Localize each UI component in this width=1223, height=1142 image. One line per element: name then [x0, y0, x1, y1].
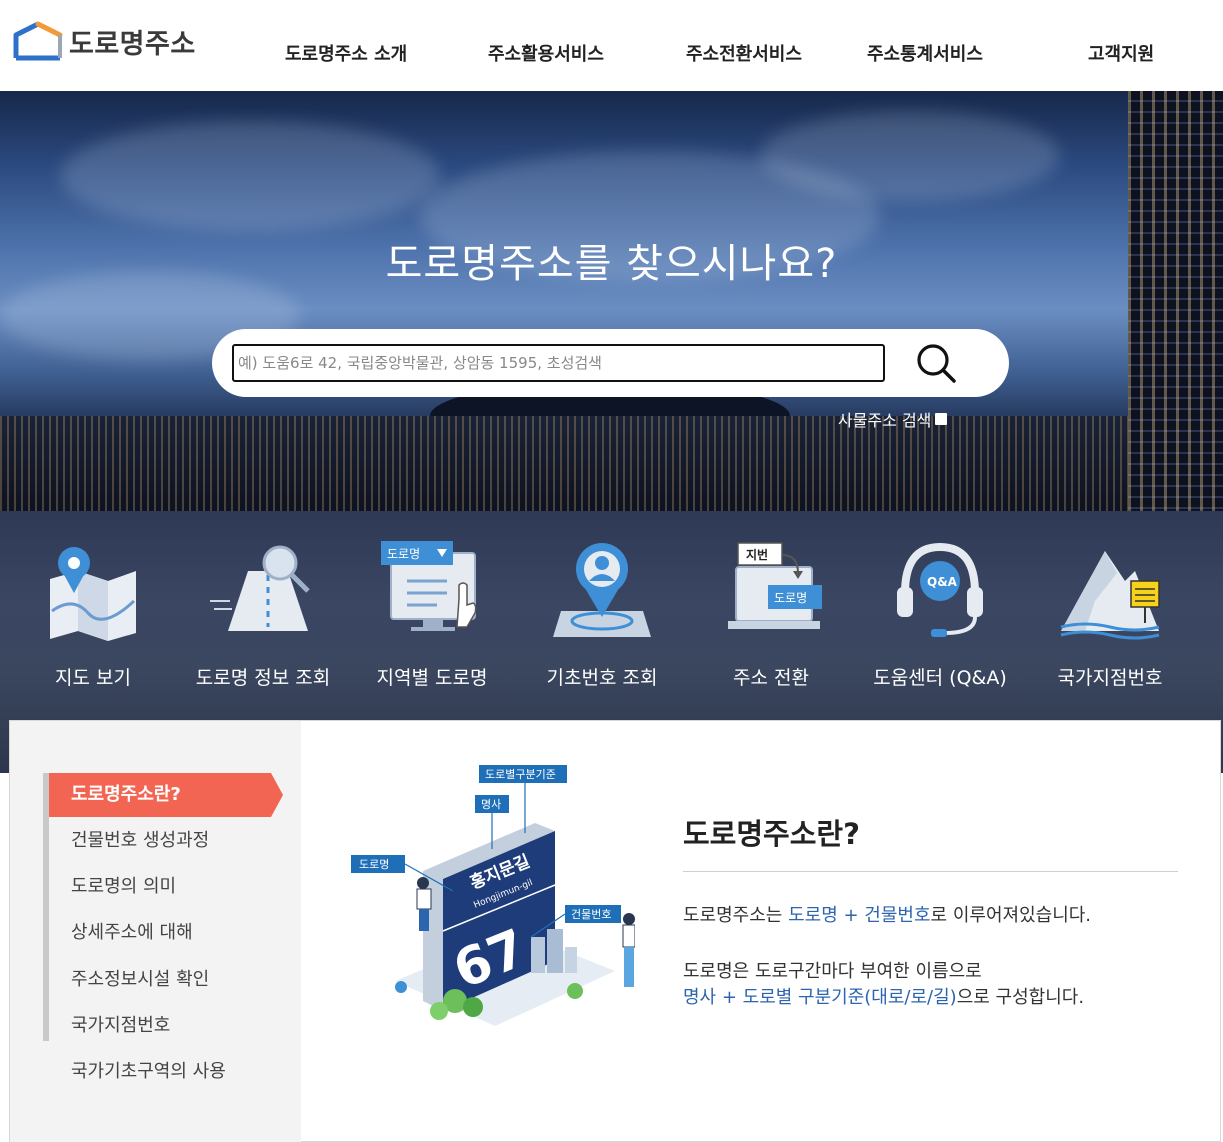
qa-text: Q&A: [927, 575, 958, 589]
nav-item-statistics[interactable]: 주소통계서비스: [867, 40, 983, 66]
hero-tower: [1128, 91, 1223, 511]
quick-item-region-road[interactable]: 도로명 지역별 도로명: [347, 541, 517, 691]
quick-item-help-center[interactable]: Q&A 도움센터 (Q&A): [855, 541, 1025, 691]
quick-item-national-point[interactable]: 국가지점번호: [1025, 541, 1195, 691]
quick-label-region-road: 지역별 도로명: [376, 667, 488, 689]
quick-item-road-info[interactable]: 도로명 정보 조회: [178, 541, 348, 691]
tag-noun: 명사: [481, 798, 501, 811]
road-dropdown-text: 도로명: [387, 547, 420, 561]
search-box: [212, 329, 1009, 397]
main-nav: 도로명주소 소개 주소활용서비스 주소전환서비스 주소통계서비스 고객지원: [0, 40, 1223, 66]
quick-label-help-center: 도움센터 (Q&A): [873, 667, 1007, 689]
section-paragraph-1: 도로명주소는 도로명 + 건물번호로 이루어져있습니다.: [683, 903, 1091, 929]
p2-line1: 도로명은 도로구간마다 부여한 이름으로: [683, 961, 982, 982]
site-header: 도로명주소 도로명주소 소개 주소활용서비스 주소전환서비스 주소통계서비스 고…: [0, 0, 1223, 91]
side-item-basic-zone[interactable]: 국가기초구역의 사용: [49, 1050, 271, 1094]
jibun-text: 지번: [746, 547, 768, 562]
object-address-search: 사물주소 검색: [838, 407, 948, 431]
nav-item-support[interactable]: 고객지원: [1088, 40, 1154, 66]
p2-text-end: 으로 구성합니다.: [956, 987, 1085, 1008]
tag-criteria: 도로별구분기준: [485, 768, 556, 781]
quick-label-map: 지도 보기: [55, 667, 131, 689]
nav-item-intro[interactable]: 도로명주소 소개: [285, 40, 407, 66]
object-address-checkbox[interactable]: [935, 413, 948, 425]
p1-highlight: 도로명 + 건물번호: [788, 905, 931, 926]
hero-cloud: [760, 111, 1060, 201]
side-item-detail-address[interactable]: 상세주소에 대해: [49, 911, 271, 955]
side-item-address-facility[interactable]: 주소정보시설 확인: [49, 958, 271, 1002]
quick-item-map[interactable]: 지도 보기: [8, 541, 178, 691]
side-item-what-is-road-address[interactable]: 도로명주소란?: [49, 773, 283, 817]
section-divider: [683, 871, 1178, 872]
address-search-input[interactable]: [232, 344, 885, 382]
hero-cloud: [60, 121, 440, 231]
side-menu: 도로명주소란? 건물번호 생성과정 도로명의 의미 상세주소에 대해 주소정보시…: [10, 721, 301, 1142]
quick-label-national-point: 국가지점번호: [1057, 667, 1163, 689]
map-icon: [50, 547, 136, 641]
p2-highlight: 명사 + 도로별 구분기준(대로/로/길): [683, 987, 957, 1008]
p1-text-end: 로 이루어져있습니다.: [930, 905, 1092, 926]
road-sign-illustration: 홍지문길 Hongjimun-gil 67 도로별구분기준 명사 도로명 건물번…: [351, 765, 635, 1026]
section-title: 도로명주소란?: [683, 817, 860, 851]
tag-building: 건물번호: [571, 908, 611, 921]
hero-title: 도로명주소를 찾으시나요?: [385, 241, 838, 287]
quick-item-address-convert[interactable]: 지번 도로명 주소 전환: [686, 541, 856, 691]
region-road-icon: 도로명: [381, 541, 477, 631]
hero-cityscape: [0, 416, 1223, 511]
hero-banner: 도로명주소를 찾으시나요? 사물주소 검색: [0, 91, 1223, 511]
side-item-national-point[interactable]: 국가지점번호: [49, 1004, 271, 1048]
national-point-icon: [1060, 551, 1160, 640]
side-item-building-number[interactable]: 건물번호 생성과정: [49, 819, 271, 863]
doro-text: 도로명: [774, 591, 807, 605]
address-convert-icon: 지번 도로명: [728, 542, 822, 629]
quick-item-base-number[interactable]: 기초번호 조회: [517, 541, 687, 691]
content-panel: 도로명주소란? 건물번호 생성과정 도로명의 의미 상세주소에 대해 주소정보시…: [9, 720, 1221, 1142]
tag-road: 도로명: [359, 858, 389, 871]
road-info-icon: [210, 545, 310, 631]
nav-item-conversion[interactable]: 주소전환서비스: [686, 40, 802, 66]
base-number-icon: [553, 543, 651, 637]
help-center-icon: Q&A: [897, 542, 983, 637]
quick-label-road-info: 도로명 정보 조회: [195, 667, 331, 689]
quick-label-address-convert: 주소 전환: [733, 667, 809, 689]
quick-label-base-number: 기초번호 조회: [546, 667, 658, 689]
search-icon[interactable]: [912, 339, 962, 389]
object-address-label: 사물주소 검색: [838, 411, 932, 430]
p1-text: 도로명주소는: [683, 905, 789, 926]
section-paragraph-2: 도로명은 도로구간마다 부여한 이름으로 명사 + 도로별 구분기준(대로/로/…: [683, 959, 1084, 1011]
nav-item-utilization[interactable]: 주소활용서비스: [488, 40, 604, 66]
side-item-road-meaning[interactable]: 도로명의 의미: [49, 865, 271, 909]
